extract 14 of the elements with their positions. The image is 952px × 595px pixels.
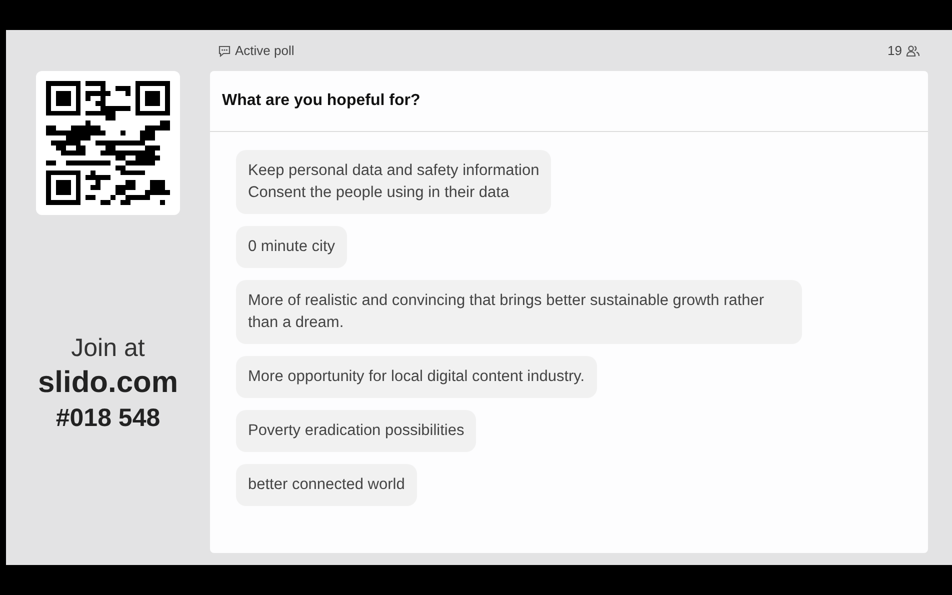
join-site: slido.com: [38, 365, 178, 401]
participant-count: 19: [888, 42, 902, 60]
poll-question: What are you hopeful for?: [222, 91, 420, 111]
response-bubble: better connected world: [236, 464, 417, 506]
people-icon: [906, 44, 920, 56]
response-bubble: 0 minute city: [236, 226, 348, 268]
response-bubble: More of realistic and convincing that brings better sustainable growth rather than a dream.: [236, 280, 802, 344]
poll-status: Active poll: [235, 42, 294, 60]
response-bubble: Poverty eradication possibilities: [236, 410, 476, 452]
response-bubble: Keep personal data and safety information Consent the people using in their data: [236, 150, 552, 214]
response-bubble: More opportunity for local digital content industry.: [236, 356, 597, 398]
join-label: Join at: [71, 333, 145, 363]
chat-icon: [218, 44, 231, 56]
event-code: #018 548: [56, 403, 160, 434]
